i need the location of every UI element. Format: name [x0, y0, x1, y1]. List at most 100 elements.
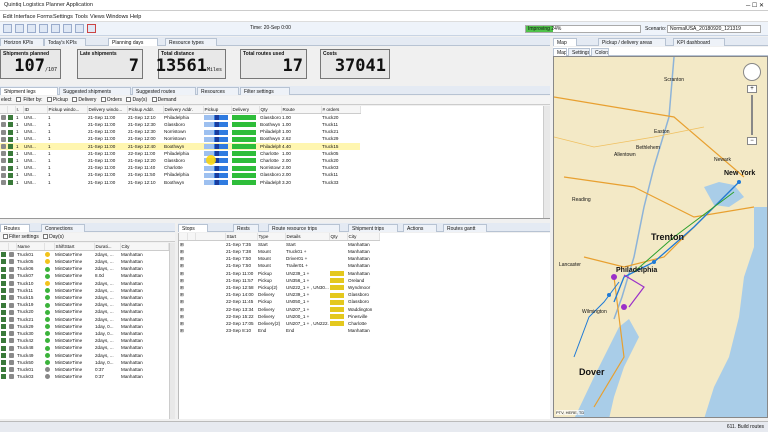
tab-routes[interactable]: Routes — [0, 224, 30, 232]
table-row[interactable]: Truck03 MinDateTime 0:37 Manhattan — [0, 373, 168, 380]
tab-todays-kpis[interactable]: Today's KPIs — [44, 38, 86, 46]
window-controls[interactable]: ─ ☐ ✕ — [746, 2, 764, 9]
menu-interface[interactable]: Interface — [14, 14, 35, 20]
tab-stops[interactable]: Stops — [178, 224, 208, 232]
map-zoom-out-button[interactable]: − — [747, 137, 757, 145]
table-row[interactable]: ⊞ 22-Sep 17:05 Delivery(2) UN207_1 + , UN22… — [179, 320, 379, 327]
col-header[interactable]: Pickup windo... — [47, 106, 88, 114]
table-row[interactable]: 1 UNI... 1 21-Sep 11:00 21-Sep 12:30 Glassbor… — [0, 121, 360, 128]
table-row[interactable]: 1 UNI... 1 21-Sep 11:00 21-Sep 12:10 Philadel… — [0, 114, 360, 122]
table-row[interactable]: Truck07 MinDateTime 8.0d Manhattan — [0, 272, 168, 279]
tab-filter-settings[interactable]: Filter settings — [240, 87, 290, 95]
table-row[interactable]: Truck05 MinDateTime 2days, ... Manhattan — [0, 258, 168, 265]
expand-cell[interactable]: ⊞ — [179, 306, 187, 313]
scenario-select[interactable]: NormalUSA_20180920_121319 — [667, 25, 761, 33]
col-header[interactable]: City — [347, 233, 380, 241]
table-row[interactable]: Truck10 MinDateTime 2days, ... Manhattan — [0, 280, 168, 287]
expand-cell[interactable]: ⊞ — [179, 277, 187, 284]
toolbar-clear-icon[interactable] — [87, 24, 96, 33]
col-header[interactable]: City — [120, 243, 169, 251]
table-row[interactable]: 1 UNI... 1 21-Sep 11:00 21-Sep 12:30 Norristo… — [0, 128, 360, 135]
expand-cell[interactable]: ⊞ — [179, 320, 187, 327]
toolbar-open-icon[interactable] — [15, 24, 24, 33]
table-row[interactable]: Truck42 MinDateTime 2days, ... Manhattan — [0, 337, 168, 344]
table-row[interactable]: ⊞ 23-Sep 8:10 End End Manhattan — [179, 327, 379, 334]
tab-route-resource-trips[interactable]: Route resource trips — [268, 224, 340, 232]
tab-actions[interactable]: Actions — [403, 224, 437, 232]
table-row[interactable]: ⊞ 21-Sep 14:00 Delivery UN239_1 + Glassboro — [179, 291, 379, 298]
col-header[interactable]: Delivery windo... — [87, 106, 128, 114]
table-row[interactable]: ⊞ 21-Sep 11:57 Pickup UN356_1 + Oreland — [179, 277, 379, 284]
table-row[interactable]: Truck29 MinDateTime 1day, 0... Manhattan — [0, 323, 168, 330]
col-header[interactable] — [0, 243, 9, 251]
tab-suggested-routes[interactable]: Suggested routes — [132, 87, 196, 95]
menu-edit[interactable]: Edit — [3, 14, 12, 20]
table-row[interactable]: ⊞ 21-Sep 7:35 Start Start Manhattan — [179, 241, 379, 249]
col-header[interactable]: ShiftStart — [54, 243, 95, 251]
col-header[interactable] — [187, 233, 196, 241]
col-header[interactable] — [0, 106, 8, 114]
expand-cell[interactable]: ⊞ — [179, 248, 187, 255]
col-header[interactable]: Delivery — [231, 106, 260, 114]
table-row[interactable]: Truck01 MinDateTime 0:37 Manhattan — [0, 366, 168, 373]
expand-cell[interactable]: ⊞ — [179, 298, 187, 305]
subtab-settings[interactable]: Settings — [568, 48, 590, 56]
tab-routes-gantt[interactable]: Routes gantt — [443, 224, 487, 232]
tab-pickup-delivery-areas[interactable]: Pickup / delivery areas — [598, 38, 666, 46]
tab-shipment-legs[interactable]: Shipment legs — [0, 87, 58, 95]
toolbar-filter-icon[interactable] — [75, 24, 84, 33]
expand-cell[interactable]: ⊞ — [179, 255, 187, 262]
table-row[interactable]: ⊞ 22-Sep 15:22 Delivery UN200_1 + Pinesville — [179, 313, 379, 320]
menu-forms[interactable]: Forms — [37, 14, 53, 20]
table-row[interactable]: Truck50 MinDateTime 1day, 0... Manhattan — [0, 359, 168, 366]
subtab-colors[interactable]: Colors — [591, 48, 609, 56]
col-header[interactable] — [44, 243, 55, 251]
col-header[interactable]: Route — [281, 106, 322, 114]
table-row[interactable]: 1 UNI... 1 21-Sep 11:00 21-Sep 11:40 Charlott… — [0, 164, 360, 171]
table-row[interactable]: Truck20 MinDateTime 2days, ... Manhattan — [0, 308, 168, 315]
expand-cell[interactable]: ⊞ — [179, 327, 187, 334]
map-pan-control[interactable] — [743, 63, 761, 81]
routes-filter-checkbox[interactable] — [3, 234, 8, 240]
expand-cell[interactable]: ⊞ — [179, 241, 187, 249]
table-row[interactable]: Truck01 MinDateTime 2days, ... Manhattan — [0, 251, 168, 259]
toolbar-undo-icon[interactable] — [27, 24, 36, 33]
routes-day-checkbox[interactable] — [43, 234, 49, 240]
col-header[interactable]: Name — [16, 243, 45, 251]
menu-tools[interactable]: Tools — [75, 14, 88, 20]
col-header[interactable]: # orders — [321, 106, 361, 114]
table-row[interactable]: ⊞ 22-Sep 13:34 Delivery UN207_1 + Waddington — [179, 306, 379, 313]
table-row[interactable]: Truck19 MinDateTime 2days, ... Manhattan — [0, 301, 168, 308]
col-header[interactable]: Details — [285, 233, 330, 241]
table-row[interactable]: Truck30 MinDateTime 1day, 0... Manhattan — [0, 330, 168, 337]
col-header[interactable]: Pickup — [203, 106, 232, 114]
table-row[interactable]: Truck06 MinDateTime 2days, ... Manhattan — [0, 265, 168, 272]
table-row[interactable]: Truck11 MinDateTime 2days, ... Manhattan — [0, 287, 168, 294]
tab-shipment-trips[interactable]: Shipment trips — [348, 224, 398, 232]
menu-views[interactable]: Views — [90, 14, 105, 20]
filter-demand-checkbox[interactable] — [151, 97, 157, 103]
tab-resources[interactable]: Resources — [197, 87, 239, 95]
menu-windows[interactable]: Windows — [106, 14, 128, 20]
table-row[interactable]: ⊞ 21-Sep 11:00 Pickup UN239_1 + Manhattan — [179, 270, 379, 277]
filter-pickup-checkbox[interactable] — [46, 97, 52, 103]
table-row[interactable]: 1 UNI... 1 21-Sep 11:00 21-Sep 11:50 Philadel… — [0, 171, 360, 178]
col-header[interactable] — [7, 106, 16, 114]
col-header[interactable]: Type — [257, 233, 286, 241]
menu-help[interactable]: Help — [130, 14, 141, 20]
table-row[interactable]: ⊞ 21-Sep 7:50 Mount Trailer01 + Manhattan — [179, 262, 379, 269]
col-header[interactable] — [195, 233, 226, 241]
tab-kpi-dashboard[interactable]: KPI dashboard — [673, 38, 725, 46]
table-row[interactable]: ⊞ 21-Sep 7:38 Mount Truck01 + Manhattan — [179, 248, 379, 255]
filter-orders-checkbox[interactable] — [100, 97, 106, 103]
expand-cell[interactable]: ⊞ — [179, 284, 187, 291]
subtab-map[interactable]: Map — [553, 48, 567, 56]
map-view[interactable]: Scranton Allentown Bethlehem Reading Lan… — [553, 56, 768, 418]
table-row[interactable]: Truck21 MinDateTime 2days, ... Manhattan — [0, 316, 168, 323]
table-row[interactable]: Truck48 MinDateTime 2days, ... Manhattan — [0, 344, 168, 351]
col-header[interactable]: ID — [23, 106, 48, 114]
map-zoom-in-button[interactable]: + — [747, 85, 757, 93]
table-row[interactable]: 1 UNI... 1 21-Sep 11:00 21-Sep 12:40 Boothwyn… — [0, 142, 360, 150]
tab-map[interactable]: Map — [553, 38, 577, 46]
table-row[interactable]: 1 UNI... 1 21-Sep 11:00 21-Sep 12:10 Boothwyn… — [0, 179, 360, 186]
